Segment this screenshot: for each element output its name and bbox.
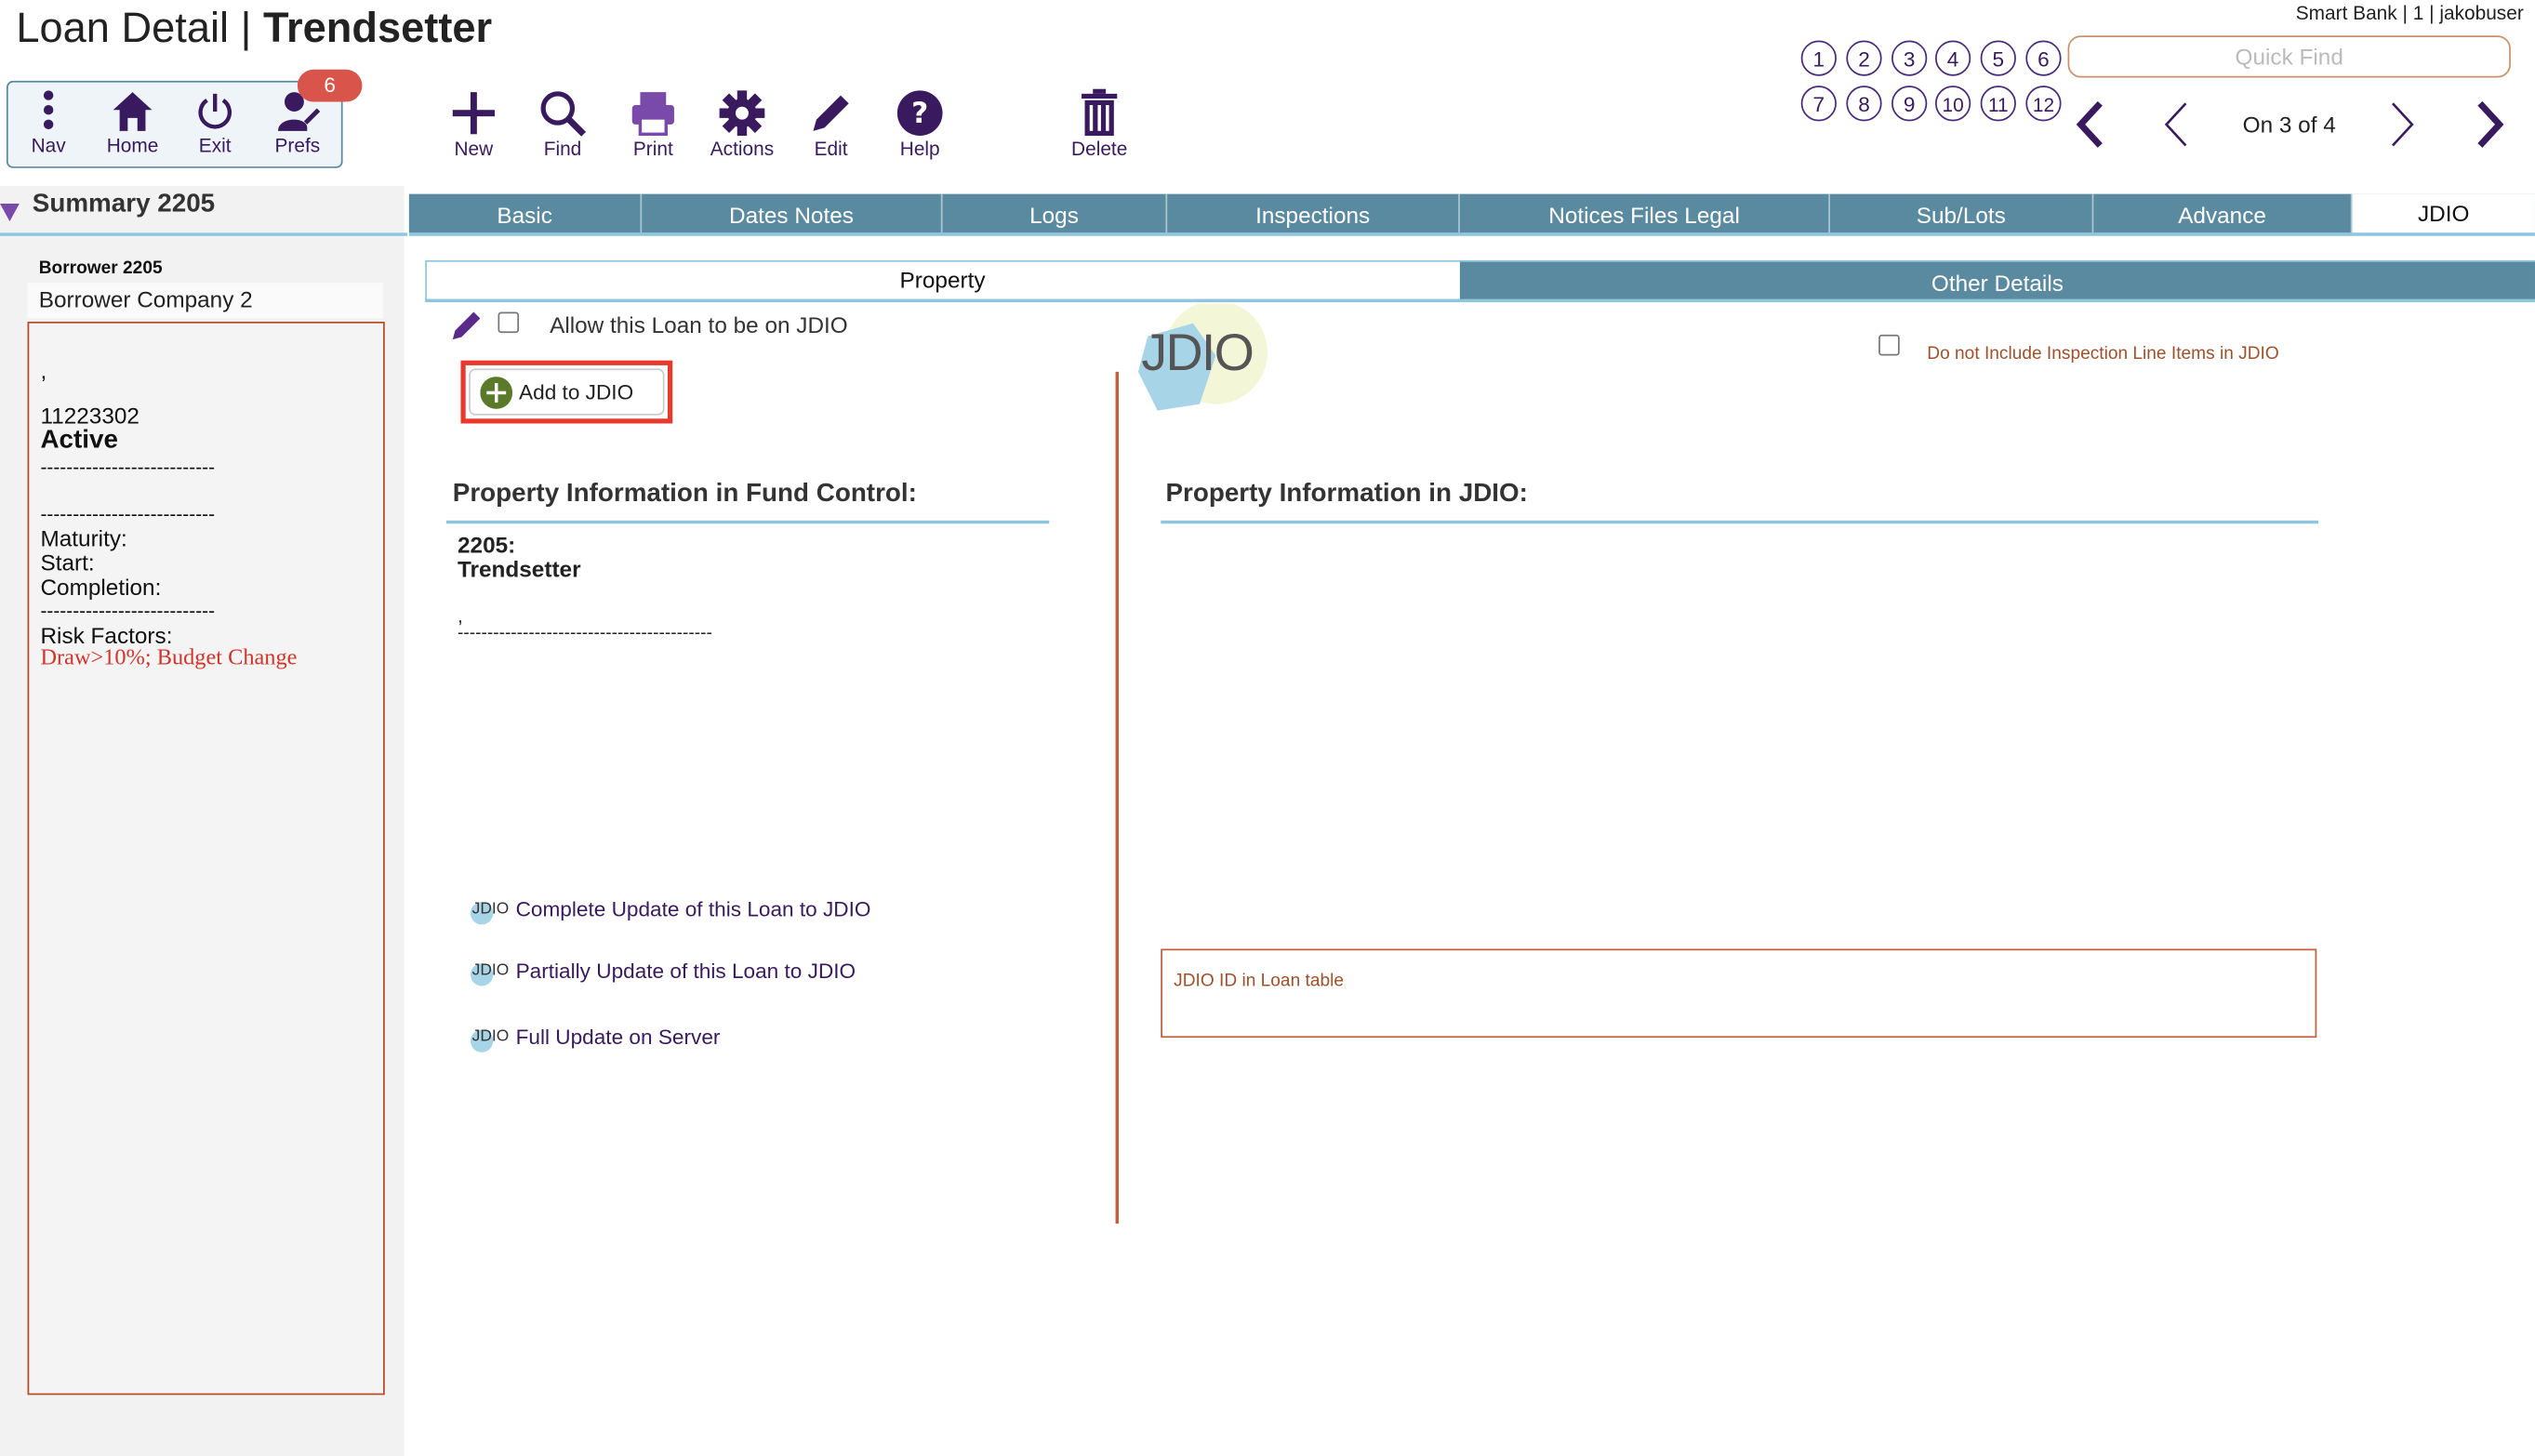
page-title: Loan Detail | Trendsetter — [16, 3, 493, 52]
summary-dash-1: --------------------------- — [40, 456, 216, 479]
add-to-jdio-label: Add to JDIO — [519, 379, 634, 404]
loan-status: Active — [40, 426, 118, 455]
property-dash: ----------------------------------------… — [457, 624, 712, 643]
summary-title: Summary 2205 — [32, 191, 216, 218]
nav-button[interactable]: Nav — [3, 89, 93, 157]
borrower-name: Borrower Company 2 — [27, 283, 384, 319]
jdio-id-box — [1161, 948, 2317, 1039]
search-icon — [540, 91, 587, 137]
home-button[interactable]: Home — [87, 89, 178, 157]
bookmark-10[interactable]: 10 — [1934, 86, 1971, 122]
first-record-icon[interactable] — [2074, 100, 2106, 149]
bookmark-6[interactable]: 6 — [2025, 40, 2062, 76]
risk-factors-values: Draw>10%; Budget Change — [40, 646, 298, 671]
completion-label: Completion: — [40, 574, 162, 600]
maturity-label: Maturity: — [40, 525, 127, 551]
home-icon — [113, 92, 153, 131]
bookmark-2[interactable]: 2 — [1846, 40, 1882, 76]
subtab-property[interactable]: Property — [425, 260, 1460, 300]
prev-record-icon[interactable] — [2160, 100, 2193, 149]
bookmark-12[interactable]: 12 — [2025, 86, 2062, 122]
borrower-label: Borrower 2205 — [38, 258, 163, 279]
collapse-triangle-icon[interactable] — [0, 204, 20, 222]
record-position: On 3 of 4 — [2242, 111, 2336, 138]
trash-icon — [1082, 88, 1118, 137]
pencil-icon — [813, 95, 849, 131]
delete-button[interactable]: Delete — [1055, 88, 1145, 160]
summary-comma: , — [40, 357, 47, 384]
tab-sub-lots[interactable]: Sub/Lots — [1830, 193, 2094, 233]
add-circle-icon — [480, 377, 513, 409]
jdio-underline — [1161, 520, 2319, 524]
edit-button[interactable]: Edit — [786, 89, 876, 160]
find-button[interactable]: Find — [517, 89, 607, 160]
kebab-icon — [43, 90, 54, 130]
property-id: 2205: — [457, 531, 516, 558]
next-record-icon[interactable] — [2386, 100, 2419, 149]
full-update-server-link[interactable]: Full Update on Server — [516, 1025, 721, 1049]
quick-find-input[interactable]: Quick Find — [2067, 35, 2511, 78]
bookmark-8[interactable]: 8 — [1846, 86, 1882, 122]
prefs-badge: 6 — [297, 69, 363, 102]
help-icon: ? — [896, 90, 943, 137]
svg-text:?: ? — [911, 97, 928, 130]
exit-button[interactable]: Exit — [170, 89, 260, 157]
risk-factors-label: Risk Factors: — [40, 622, 173, 649]
allow-jdio-label: Allow this Loan to be on JDIO — [550, 311, 848, 338]
power-icon — [198, 93, 232, 129]
tab-underline — [408, 232, 2535, 236]
user-info: Smart Bank | 1 | jakobuser — [2295, 1, 2524, 25]
print-button[interactable]: Print — [608, 89, 698, 160]
actions-button[interactable]: Actions — [697, 89, 787, 160]
fund-control-heading: Property Information in Fund Control: — [452, 480, 917, 508]
fund-control-underline — [445, 520, 1050, 524]
exclude-inspection-label: Do not Include Inspection Line Items in … — [1927, 344, 2279, 364]
bookmark-5[interactable]: 5 — [1980, 40, 2016, 76]
gear-icon — [719, 90, 765, 137]
start-label: Start: — [40, 549, 95, 576]
bookmark-3[interactable]: 3 — [1891, 40, 1928, 76]
printer-icon — [631, 92, 674, 137]
tab-advance[interactable]: Advance — [2093, 193, 2353, 233]
summary-divider — [0, 232, 408, 236]
summary-dash-3: --------------------------- — [40, 599, 216, 623]
jdio-logo-text: JDIO — [1141, 323, 1254, 382]
bookmark-7[interactable]: 7 — [1800, 86, 1837, 122]
property-name: Trendsetter — [457, 556, 581, 582]
column-divider — [1115, 371, 1119, 1224]
tab-notices-files-legal[interactable]: Notices Files Legal — [1460, 193, 1830, 233]
pencil-icon[interactable] — [449, 307, 484, 342]
bookmark-4[interactable]: 4 — [1934, 40, 1971, 76]
tab-jdio[interactable]: JDIO — [2352, 193, 2535, 233]
allow-jdio-checkbox[interactable] — [498, 311, 520, 334]
new-button[interactable]: New — [429, 89, 519, 160]
subtab-other-details[interactable]: Other Details — [1459, 261, 2535, 301]
jdio-heading: Property Information in JDIO: — [1165, 480, 1528, 508]
subtab-underline — [425, 298, 2535, 303]
tab-logs[interactable]: Logs — [943, 193, 1168, 233]
bookmark-11[interactable]: 11 — [1980, 86, 2016, 122]
jdio-mini-text: JDIO — [471, 900, 510, 919]
exclude-inspection-checkbox[interactable] — [1878, 334, 1900, 356]
jdio-id-label: JDIO ID in Loan table — [1174, 971, 1344, 991]
last-record-icon[interactable] — [2474, 100, 2506, 149]
help-button[interactable]: ? Help — [875, 89, 965, 160]
partial-update-link[interactable]: Partially Update of this Loan to JDIO — [516, 959, 856, 983]
complete-update-link[interactable]: Complete Update of this Loan to JDIO — [516, 897, 871, 921]
tab-inspections[interactable]: Inspections — [1167, 193, 1460, 233]
tab-dates-notes[interactable]: Dates Notes — [642, 193, 943, 233]
bookmark-9[interactable]: 9 — [1891, 86, 1928, 122]
jdio-mini-text: JDIO — [471, 961, 510, 980]
plus-icon — [452, 92, 495, 135]
jdio-mini-text: JDIO — [471, 1027, 510, 1046]
bookmark-1[interactable]: 1 — [1800, 40, 1837, 76]
loan-number: 11223302 — [40, 402, 139, 429]
tab-basic[interactable]: Basic — [409, 193, 643, 233]
summary-dash-2: --------------------------- — [40, 502, 216, 526]
summary-info-box — [27, 321, 385, 1396]
